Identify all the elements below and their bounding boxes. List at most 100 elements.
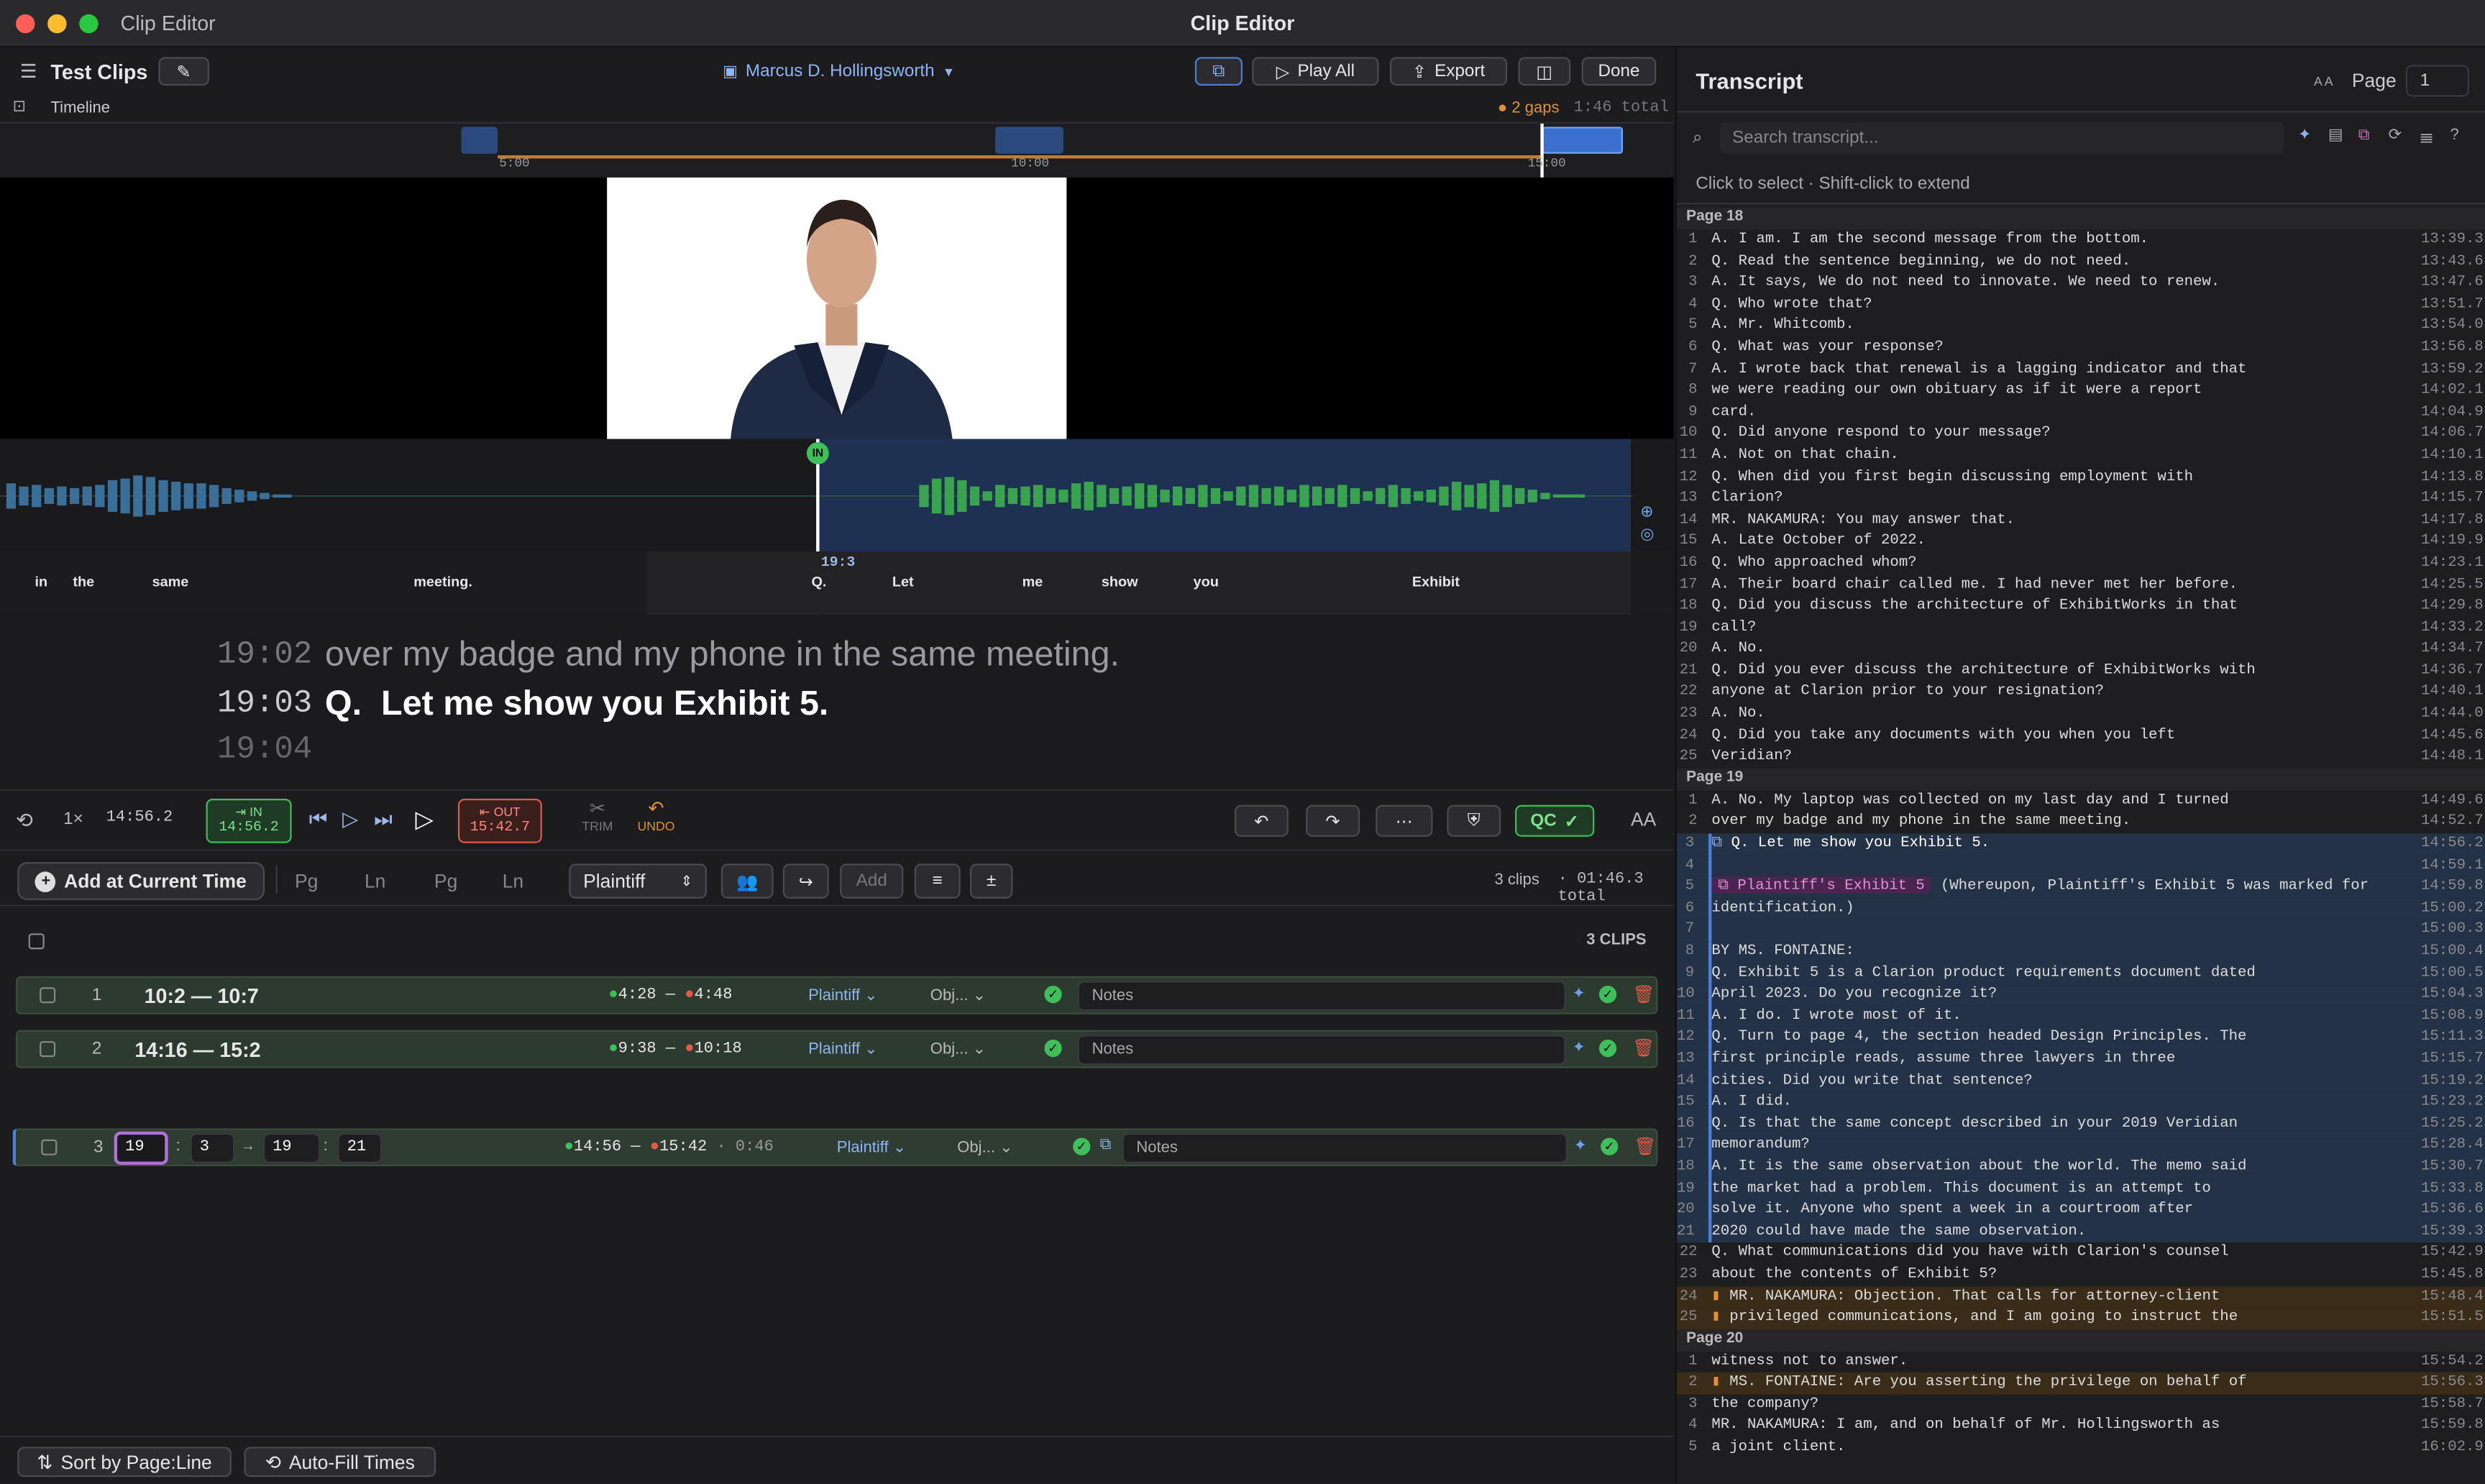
- clip-row[interactable]: 2 14:16 — 15:2 ●9:38 — ●10:18 Plaintiff …: [16, 1030, 1658, 1068]
- in-marker[interactable]: IN: [806, 441, 829, 464]
- qc-button[interactable]: QC ✓: [1515, 805, 1595, 837]
- waveform-icon[interactable]: 𝍣: [2420, 127, 2433, 153]
- word-label[interactable]: Exhibit: [1412, 574, 1460, 590]
- transcript-line[interactable]: 4 MR. NAKAMURA: I am, and on behalf of Mr…: [1677, 1416, 2485, 1437]
- word-label[interactable]: in: [35, 574, 47, 590]
- transcript-line[interactable]: 11 A. Not on that chain. 14:10.1: [1677, 445, 2485, 467]
- transcript-line[interactable]: 12 Q. Turn to page 4, the section headed …: [1676, 1027, 2485, 1050]
- transcript-line[interactable]: 23 about the contents of Exhibit 5? 15:45.…: [1677, 1265, 2485, 1286]
- transcript-line[interactable]: 23 A. No. 14:44.0: [1677, 704, 2485, 725]
- clip-party-select[interactable]: Plaintiff ⌄: [837, 1140, 907, 1157]
- loop-icon[interactable]: ⟲: [16, 808, 33, 833]
- select-all-checkbox[interactable]: [28, 933, 45, 950]
- clip-row-editing[interactable]: 3 19 : 3 → 19 : 21 ●14:56 — ●15:42 · 0:4…: [12, 1128, 1658, 1167]
- transcript-line[interactable]: 18 Q. Did you discuss the architecture of…: [1677, 596, 2485, 618]
- transcript-line[interactable]: 8 BY MS. FONTAINE: 15:00.4: [1676, 941, 2485, 963]
- clip-party-select[interactable]: Plaintiff ⌄: [808, 987, 878, 1004]
- playback-speed[interactable]: 1×: [63, 810, 83, 828]
- shield-button[interactable]: ⛨: [1447, 805, 1501, 837]
- clip-notes-input[interactable]: Notes: [1077, 1035, 1566, 1066]
- transcript-line[interactable]: 7 A. I wrote back that renewal is a laggi…: [1677, 359, 2485, 380]
- party-select[interactable]: Plaintiff ⇕: [569, 864, 708, 899]
- trim-button[interactable]: ✂ TRIM: [577, 797, 618, 834]
- edit-end-page-input[interactable]: 19: [262, 1132, 321, 1163]
- set-out-button[interactable]: ⇤ OUT 15:42.7: [457, 798, 542, 843]
- exhibit-badge[interactable]: ⧉ Plaintiff's Exhibit 5: [1711, 876, 1931, 894]
- transcript-line[interactable]: 16 Q. Is that the same concept described …: [1676, 1113, 2485, 1135]
- transcript-line[interactable]: 20 A. No. 14:34.7: [1677, 639, 2485, 661]
- approve-icon[interactable]: ✓: [1601, 1137, 1619, 1155]
- transcript-line[interactable]: 9 card. 14:04.9: [1677, 402, 2485, 423]
- clip-checkbox[interactable]: [40, 1041, 56, 1058]
- transcript-line[interactable]: 1 witness not to answer. 15:54.2: [1677, 1351, 2485, 1373]
- timeline-clip-block-active[interactable]: [1542, 127, 1623, 154]
- transcript-line[interactable]: 5 A. Mr. Whitcomb. 13:54.0: [1677, 316, 2485, 337]
- gaps-indicator[interactable]: ● 2 gaps: [1498, 100, 1560, 117]
- transcript-line[interactable]: 6 identification.) 15:00.2: [1676, 898, 2485, 920]
- clip-notes-input[interactable]: Notes: [1077, 981, 1566, 1012]
- witness-selector[interactable]: ▣ Marcus D. Hollingsworth ▼: [723, 62, 955, 81]
- export-button[interactable]: ⇪ Export: [1389, 57, 1508, 86]
- transcript-search-input[interactable]: Search transcript...: [1719, 122, 2284, 154]
- transcript-line[interactable]: 24 Q. Did you take any documents with you…: [1677, 725, 2485, 747]
- transcript-line[interactable]: 14 cities. Did you write that sentence? 15…: [1676, 1071, 2485, 1092]
- transcript-line[interactable]: 9 Q. Exhibit 5 is a Clarion product requi…: [1676, 963, 2485, 985]
- transcript-line[interactable]: 25 ▮ privileged communications, and I am …: [1676, 1307, 2485, 1329]
- transcript-line[interactable]: 6 Q. What was your response? 13:56.8: [1677, 337, 2485, 359]
- clip-notes-input[interactable]: Notes: [1122, 1132, 1568, 1163]
- clip-objection-select[interactable]: Obj... ⌄: [957, 1140, 1012, 1157]
- transcript-line[interactable]: 1 A. No. My laptop was collected on my la…: [1677, 791, 2485, 812]
- add-at-current-time-button[interactable]: + Add at Current Time: [17, 862, 265, 900]
- skip-forward-icon[interactable]: ⏭: [374, 807, 393, 832]
- clip-checkbox[interactable]: [41, 1139, 58, 1155]
- timeline-ruler[interactable]: 5:00 10:00 15:00: [0, 123, 1674, 178]
- zoom-icon[interactable]: ⊕: [1640, 504, 1653, 521]
- transcript-line[interactable]: 15 A. Late October of 2022. 14:19.9: [1677, 531, 2485, 553]
- timeline-clip-block[interactable]: [461, 127, 498, 154]
- objection-icon[interactable]: ▮: [1711, 1308, 1729, 1325]
- add-button[interactable]: Add: [840, 864, 904, 899]
- transcript-line[interactable]: 25 Veridian? 14:48.1: [1677, 747, 2485, 769]
- transcript-line[interactable]: 3 the company? 15:58.7: [1677, 1394, 2485, 1416]
- transcript-line[interactable]: 21 Q. Did you ever discuss the architectu…: [1677, 661, 2485, 682]
- forward-button[interactable]: ↪: [782, 864, 829, 899]
- plus-minus-button[interactable]: ±: [969, 864, 1013, 899]
- text-size-button[interactable]: AA: [1631, 808, 1656, 830]
- clip-mode-button[interactable]: ⧉: [1194, 57, 1243, 86]
- sparkle-search-icon[interactable]: ✦: [2298, 127, 2311, 144]
- line-start-input[interactable]: Ln: [352, 864, 412, 898]
- clip-checkbox[interactable]: [40, 987, 56, 1004]
- transcript-line[interactable]: 1 A. I am. I am the second message from t…: [1677, 230, 2485, 252]
- clip-objection-select[interactable]: Obj... ⌄: [930, 987, 986, 1004]
- edit-end-line-input[interactable]: 21: [337, 1132, 383, 1163]
- play-main-icon[interactable]: ▷: [415, 805, 433, 833]
- list-button[interactable]: ≡: [914, 864, 961, 899]
- font-size-toggle[interactable]: A A: [2314, 75, 2333, 89]
- transcript-line[interactable]: 2 over my badge and my phone in the same …: [1677, 812, 2485, 833]
- rename-project-button[interactable]: ✎: [158, 57, 209, 86]
- transcript-line[interactable]: 3 A. It says, We do not need to innovate.…: [1677, 273, 2485, 295]
- auto-fill-times-button[interactable]: ⟲ Auto-Fill Times: [244, 1447, 436, 1478]
- word-label[interactable]: Q.: [811, 574, 826, 590]
- transcript-line[interactable]: 2 ▮ MS. FONTAINE: Are you asserting the p…: [1676, 1373, 2485, 1395]
- transcript-line[interactable]: 18 A. It is the same observation about th…: [1676, 1156, 2485, 1178]
- word-label[interactable]: me: [1022, 574, 1043, 590]
- transcript-line[interactable]: 19 the market had a problem. This documen…: [1676, 1178, 2485, 1200]
- exhibit-attachment-icon[interactable]: ⧉: [1100, 1136, 1112, 1153]
- transcript-line[interactable]: 20 solve it. Anyone who spent a week in a…: [1676, 1199, 2485, 1222]
- transcript-line[interactable]: 14 MR. NAKAMURA: You may answer that. 14:1…: [1677, 510, 2485, 531]
- line-end-input[interactable]: Ln: [490, 864, 550, 898]
- transcript-line[interactable]: 11 A. I do. I wrote most of it. 15:08.9: [1676, 1006, 2485, 1028]
- timeline-icon[interactable]: ⊡: [13, 99, 26, 116]
- transcript-line[interactable]: 21 2020 could have made the same observat…: [1676, 1221, 2485, 1243]
- word-label[interactable]: same: [152, 574, 189, 590]
- undo-button[interactable]: ↶: [1234, 805, 1289, 837]
- word-label[interactable]: the: [73, 574, 94, 590]
- more-options-button[interactable]: ⋯: [1376, 805, 1433, 837]
- transcript-line[interactable]: 17 memorandum? 15:28.4: [1676, 1135, 2485, 1157]
- clip-party-select[interactable]: Plaintiff ⌄: [808, 1041, 878, 1058]
- exhibit-icon[interactable]: ⧉: [2358, 127, 2370, 144]
- word-label[interactable]: show: [1102, 574, 1138, 590]
- transcript-line[interactable]: 13 first principle reads, assume three la…: [1676, 1049, 2485, 1071]
- page-number-input[interactable]: 1: [2405, 65, 2469, 97]
